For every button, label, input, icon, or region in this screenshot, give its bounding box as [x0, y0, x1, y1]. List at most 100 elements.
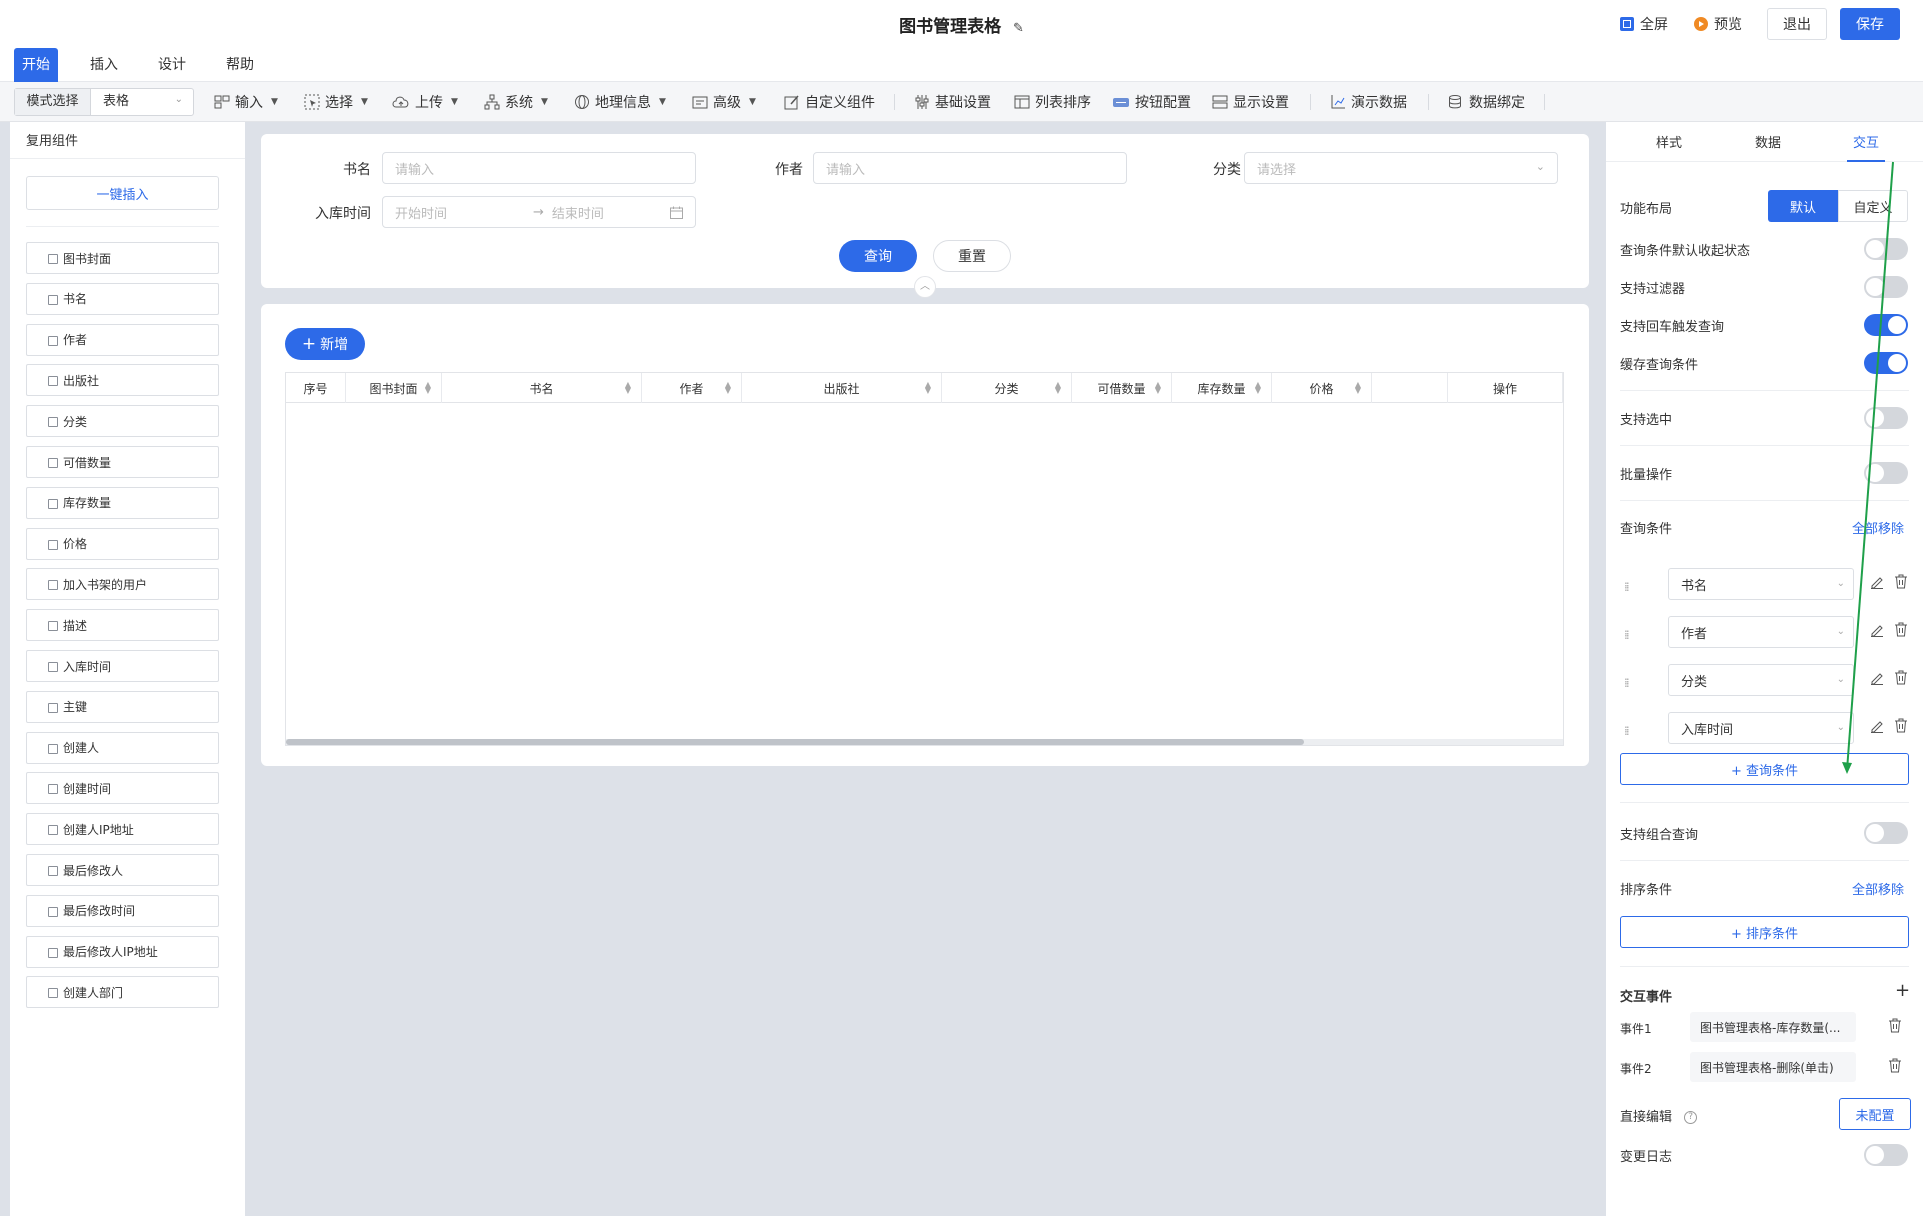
component-item-stock-date[interactable]: 入库时间: [26, 650, 219, 682]
column-header[interactable]: 价格 ▲ ▼: [1272, 373, 1372, 403]
tool-custom-component[interactable]: 自定义组件: [784, 82, 875, 122]
sort-icon[interactable]: ▲ ▼: [625, 381, 631, 395]
exit-button[interactable]: 退出: [1767, 8, 1827, 40]
not-configured-button[interactable]: 未配置: [1839, 1098, 1911, 1130]
tool-basic-settings[interactable]: 基础设置: [914, 82, 991, 122]
preview-button[interactable]: 预览: [1694, 14, 1742, 34]
sort-icon[interactable]: ▲ ▼: [925, 381, 931, 395]
batch-toggle[interactable]: [1864, 462, 1908, 484]
remove-all-query-link[interactable]: 全部移除: [1852, 518, 1904, 537]
remove-all-sort-link[interactable]: 全部移除: [1852, 879, 1904, 898]
query-condition-select[interactable]: 分类 ⌄: [1668, 664, 1854, 696]
tool-input[interactable]: 输入 ▼: [214, 82, 278, 122]
component-item-price[interactable]: 价格: [26, 527, 219, 560]
edit-icon[interactable]: [1870, 671, 1884, 685]
column-header[interactable]: 作者 ▲ ▼: [642, 373, 742, 403]
component-item-creator-ip[interactable]: 创建人IP地址: [26, 813, 219, 846]
trash-icon[interactable]: [1894, 622, 1908, 637]
query-button[interactable]: 查询: [839, 240, 917, 272]
edit-icon[interactable]: [1870, 719, 1884, 733]
drag-handle-icon[interactable]: ⁞⁞: [1624, 580, 1629, 594]
book-name-input[interactable]: 请输入: [382, 152, 696, 184]
event-value[interactable]: 图书管理表格-库存数量(...: [1690, 1012, 1856, 1042]
component-item-book-name[interactable]: 书名: [26, 282, 219, 315]
tool-advanced[interactable]: 高级 ▼: [692, 82, 756, 122]
sort-icon[interactable]: ▲ ▼: [725, 381, 731, 395]
sort-icon[interactable]: ▲ ▼: [1355, 381, 1361, 395]
tab-data[interactable]: 数据: [1755, 132, 1781, 151]
tab-insert[interactable]: 插入: [82, 48, 126, 82]
trash-icon[interactable]: [1888, 1058, 1902, 1073]
one-click-insert-button[interactable]: 一键插入: [26, 176, 219, 210]
add-event-icon[interactable]: +: [1895, 980, 1910, 1001]
save-button[interactable]: 保存: [1840, 8, 1900, 40]
collapse-default-toggle[interactable]: [1864, 238, 1908, 260]
component-item-last-modified-time[interactable]: 最后修改时间: [26, 894, 219, 927]
collapse-toggle[interactable]: ︿: [914, 276, 936, 298]
tool-data-binding[interactable]: 数据绑定: [1448, 82, 1525, 122]
edit-title-icon[interactable]: ✎: [1013, 21, 1024, 36]
component-item-author[interactable]: 作者: [26, 323, 219, 356]
layout-custom-button[interactable]: 自定义: [1838, 190, 1908, 222]
edit-icon[interactable]: [1870, 623, 1884, 637]
tool-upload[interactable]: 上传 ▼: [392, 82, 458, 122]
tool-column-sort[interactable]: 列表排序: [1014, 82, 1091, 122]
tool-demo-data[interactable]: 演示数据: [1330, 82, 1407, 122]
reset-button[interactable]: 重置: [933, 240, 1011, 272]
sort-icon[interactable]: ▲ ▼: [1155, 381, 1161, 395]
filter-toggle[interactable]: [1864, 276, 1908, 298]
trash-icon[interactable]: [1894, 670, 1908, 685]
tab-start[interactable]: 开始: [14, 48, 58, 82]
column-header[interactable]: 分类 ▲ ▼: [942, 373, 1072, 403]
component-item-stock-qty[interactable]: 库存数量: [26, 486, 219, 519]
tool-button-config[interactable]: 按钮配置: [1112, 82, 1191, 122]
author-input[interactable]: 请输入: [813, 152, 1127, 184]
sort-icon[interactable]: ▲ ▼: [1255, 381, 1261, 395]
component-item-category[interactable]: 分类: [26, 405, 219, 438]
layout-default-button[interactable]: 默认: [1768, 190, 1838, 222]
component-item-creator-dept[interactable]: 创建人部门: [26, 976, 219, 1009]
component-item-description[interactable]: 描述: [26, 609, 219, 642]
tool-display-settings[interactable]: 显示设置: [1212, 82, 1289, 122]
edit-icon[interactable]: [1870, 575, 1884, 589]
component-item-primary-key[interactable]: 主键: [26, 690, 219, 723]
mode-selector[interactable]: 模式选择 表格 ⌄: [14, 88, 194, 116]
date-range-picker[interactable]: 开始时间 → 结束时间: [382, 196, 696, 228]
trash-icon[interactable]: [1894, 718, 1908, 733]
component-item-shelf-users[interactable]: 加入书架的用户: [26, 568, 219, 601]
column-header[interactable]: 出版社 ▲ ▼: [742, 373, 942, 403]
enter-query-toggle[interactable]: [1864, 314, 1908, 336]
drag-handle-icon[interactable]: ⁞⁞: [1624, 628, 1629, 642]
component-item-last-modifier[interactable]: 最后修改人: [26, 854, 219, 886]
event-value[interactable]: 图书管理表格-删除(单击): [1690, 1052, 1856, 1082]
tab-interaction[interactable]: 交互: [1853, 132, 1879, 151]
add-query-condition-button[interactable]: + 查询条件: [1620, 753, 1909, 785]
trash-icon[interactable]: [1888, 1018, 1902, 1033]
tab-design[interactable]: 设计: [150, 48, 194, 82]
add-button[interactable]: + 新增: [285, 328, 365, 360]
component-item-creator[interactable]: 创建人: [26, 731, 219, 764]
tab-style[interactable]: 样式: [1656, 132, 1682, 151]
column-header[interactable]: 图书封面 ▲ ▼: [346, 373, 442, 403]
component-item-last-modifier-ip[interactable]: 最后修改人IP地址: [26, 935, 219, 968]
horizontal-scrollbar[interactable]: [286, 739, 1563, 745]
component-item-book-cover[interactable]: 图书封面: [26, 242, 219, 274]
add-sort-condition-button[interactable]: + 排序条件: [1620, 916, 1909, 948]
component-item-borrowable-qty[interactable]: 可借数量: [26, 446, 219, 478]
cache-query-toggle[interactable]: [1864, 352, 1908, 374]
scrollbar-thumb[interactable]: [286, 739, 1304, 745]
drag-handle-icon[interactable]: ⁞⁞: [1624, 676, 1629, 690]
column-header[interactable]: 书名 ▲ ▼: [442, 373, 642, 403]
sort-icon[interactable]: ▲ ▼: [425, 381, 431, 395]
change-log-toggle[interactable]: [1864, 1144, 1908, 1166]
category-select[interactable]: 请选择 ⌄: [1244, 152, 1558, 184]
tab-help[interactable]: 帮助: [218, 48, 262, 82]
help-circle-icon[interactable]: ?: [1684, 1111, 1698, 1124]
query-condition-select[interactable]: 书名 ⌄: [1668, 568, 1854, 600]
tool-system[interactable]: 系统 ▼: [484, 82, 548, 122]
trash-icon[interactable]: [1894, 574, 1908, 589]
component-item-publisher[interactable]: 出版社: [26, 364, 219, 397]
query-condition-select[interactable]: 作者 ⌄: [1668, 616, 1854, 648]
component-item-created-time[interactable]: 创建时间: [26, 772, 219, 805]
fullscreen-button[interactable]: 全屏: [1620, 14, 1668, 34]
